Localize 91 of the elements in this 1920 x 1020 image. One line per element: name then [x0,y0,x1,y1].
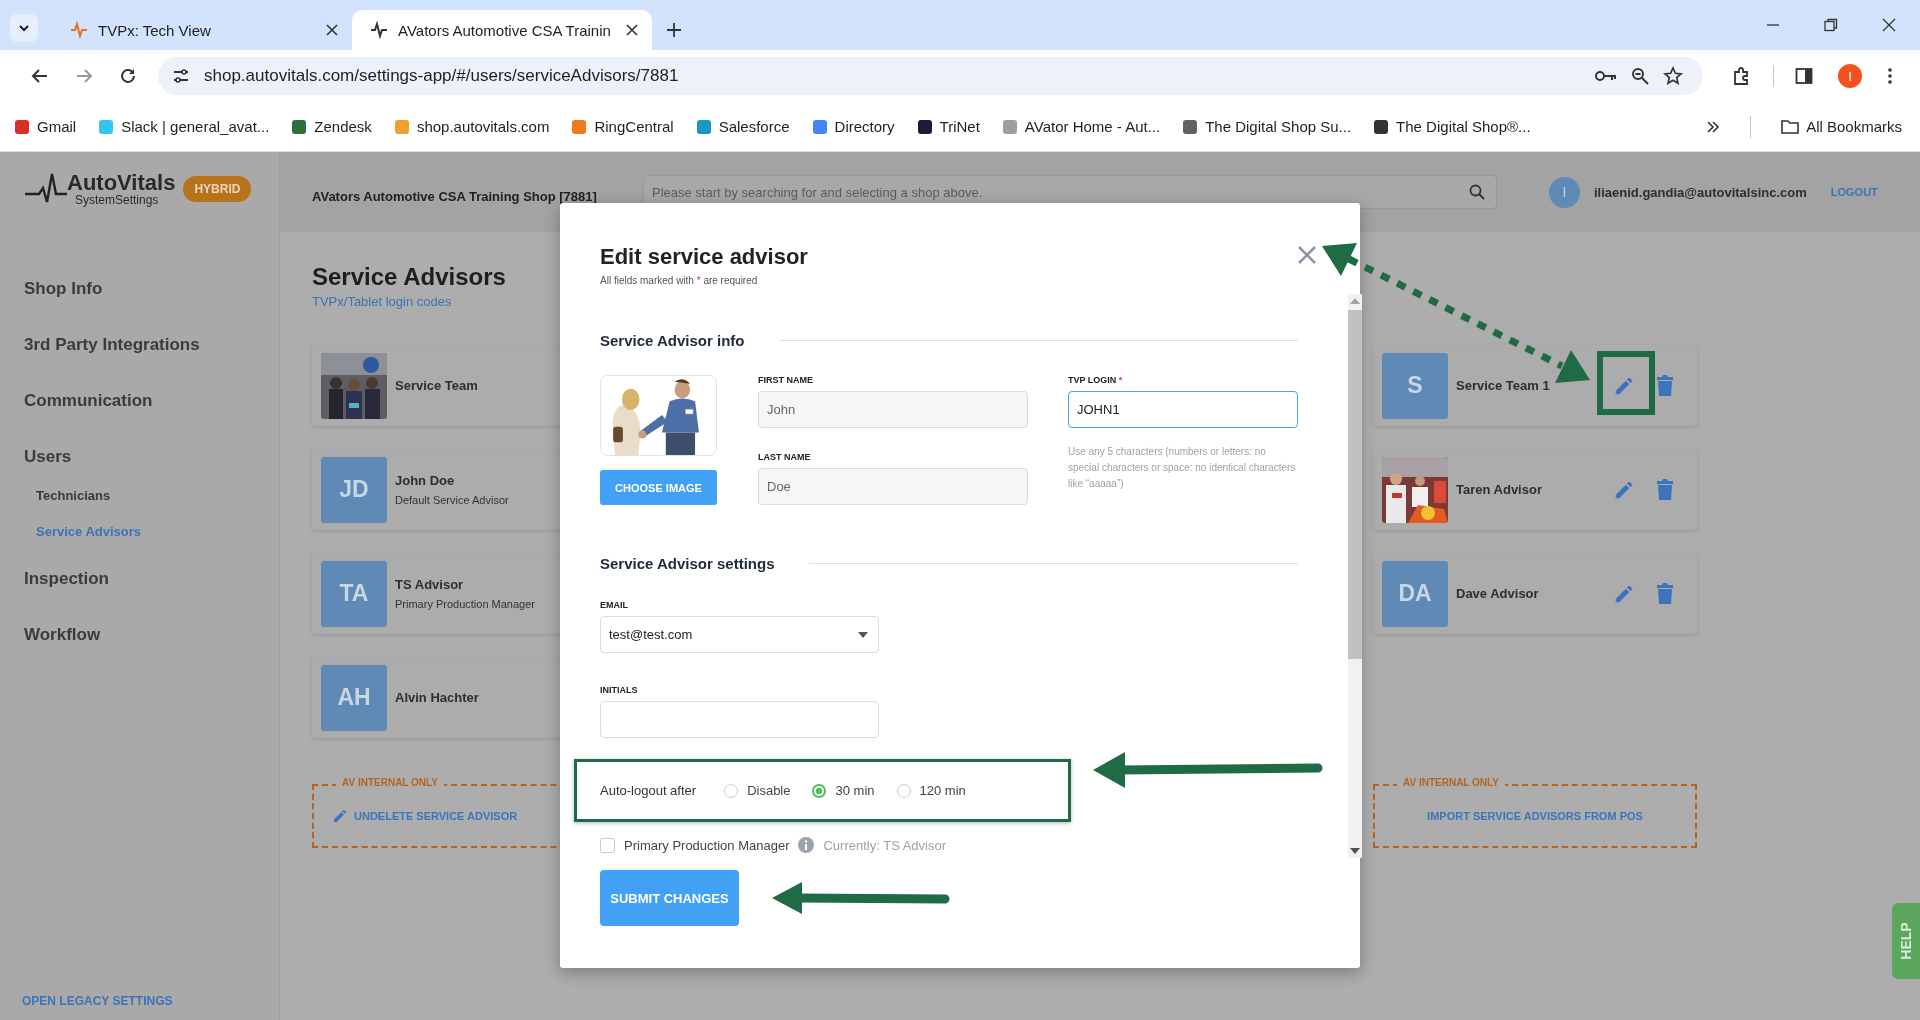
field-hint: Use any 5 characters (numbers or letters: no special characters or space: no identical characters like “aaaaa”) [1068,445,1297,491]
dropdown-caret-icon [858,631,868,638]
advisor-role: Primary Production Manager [395,598,535,610]
advisor-name: John Doe [395,473,456,488]
field-label: TVP LOGIN * [1068,375,1124,386]
back-icon[interactable] [31,67,49,85]
sidebar-item[interactable]: Shop Info [24,276,103,302]
new-tab-icon[interactable] [666,22,682,38]
bookmark[interactable]: shop.autovitals.com [393,118,550,135]
advisor-name: TS Advisor [395,577,465,592]
tab-title: AVators Automotive CSA Trainin [398,21,612,39]
reload-icon[interactable] [119,67,137,85]
initials-avatar: DA [1382,560,1448,627]
initials-avatar: JD [321,456,387,523]
tab-list-button[interactable] [10,14,38,42]
dialog-title: Edit service advisor [600,243,808,271]
pencil-icon [332,808,348,824]
auto-logout-label: Auto-logout after [600,783,697,798]
user-email: iliaenid.gandia@autovitalsinc.com [1594,184,1807,200]
internal-only-legend: AV INTERNAL ONLY [336,777,444,788]
close-icon[interactable] [1882,18,1896,32]
current-manager: Currently: TS Advisor [823,837,947,853]
user-avatar: I [1549,176,1580,208]
sidebar-item[interactable]: Communication [24,388,153,414]
initials-avatar: AH [321,664,387,731]
required-note: All fields marked with * are required [600,275,758,286]
bookmark[interactable]: Zendesk [291,118,372,135]
search-icon[interactable] [1469,184,1485,200]
star-icon[interactable] [1663,66,1683,86]
advisor-name: Dave Advisor [1456,586,1539,601]
page-title: Service Advisors [312,262,506,292]
scrollbar[interactable] [1348,294,1362,858]
field-label: FIRST NAME [758,375,814,386]
bookmark[interactable]: Slack | general_avat... [98,118,270,135]
forward-icon[interactable] [75,67,93,85]
advisor-name: Service Team 1 [1456,378,1550,393]
field-label: INITIALS [600,685,638,696]
folder-icon [1781,119,1800,134]
initials-field[interactable] [600,701,879,738]
site-settings-icon[interactable] [172,67,190,85]
internal-only-legend: AV INTERNAL ONLY [1397,777,1505,788]
all-bookmarks-button[interactable]: All Bookmarks [1781,118,1902,135]
shop-name: AVators Automotive CSA Training Shop [7881] [312,188,598,204]
bookmark[interactable]: The Digital Shop Su... [1182,118,1352,135]
email-select[interactable]: test@test.com [600,616,879,653]
advisor-role: Default Service Advisor [395,494,509,506]
logo-subtitle: SystemSettings [75,194,160,206]
advisor-name: Service Team [395,378,478,393]
checkbox-label: Primary Production Manager [624,837,790,853]
bookmark[interactable]: AVator Home - Aut... [1001,118,1161,135]
radio-circle[interactable] [812,783,827,798]
advisor-name: Taren Advisor [1456,482,1542,497]
profile-avatar[interactable]: I [1838,64,1862,88]
scroll-down-icon[interactable] [1350,848,1360,854]
field-label: EMAIL [600,600,628,611]
field-label: LAST NAME [758,452,812,463]
chevron-icon[interactable] [1706,119,1721,134]
sidebar-item[interactable]: 3rd Party Integrations [24,332,200,358]
highlight-frame [1597,351,1655,415]
sidebar-item[interactable]: Workflow [24,622,101,648]
initials-avatar: S [1382,352,1448,419]
close-icon[interactable] [626,24,638,36]
hybrid-badge: HYBRID [183,176,252,202]
radio-option[interactable]: Disable [724,783,791,798]
checkbox[interactable] [600,837,615,853]
zoom-icon[interactable] [1631,67,1649,85]
sidebar-item[interactable]: Users [24,444,72,470]
close-icon[interactable] [326,24,338,36]
bookmark[interactable]: RingCentral [571,118,674,135]
side-panel-icon[interactable] [1795,67,1813,85]
initials-avatar: TA [321,560,387,627]
sidebar-item[interactable]: Inspection [24,566,109,592]
bookmark[interactable]: Directory [811,118,895,135]
bookmark[interactable]: Gmail [14,118,77,135]
advisor-name: Alvin Hachter [395,690,479,705]
info-icon[interactable] [798,837,815,853]
browser-tab[interactable]: AVators Automotive CSA Trainin [352,10,652,50]
tab-title: TVPx: Tech View [98,21,212,39]
browser-tab[interactable]: TVPx: Tech View [52,10,352,50]
tvp-login-field[interactable]: JOHN1 [1068,391,1298,428]
sidebar-subitem[interactable]: Technicians [36,487,111,505]
radio-option[interactable]: 120 min [896,783,966,798]
logo-name: AutoVitals [67,172,176,194]
radio-option[interactable]: 30 min [812,783,875,798]
bookmark[interactable]: Salesforce [695,118,790,135]
bookmark[interactable]: The Digital Shop®... [1373,118,1531,135]
address-bar[interactable]: shop.autovitals.com/settings-app/#/users/serviceAdvisors/7881 [158,57,1703,95]
bookmark[interactable]: TriNet [916,118,980,135]
key-icon[interactable] [1595,69,1617,83]
restore-icon[interactable] [1824,18,1838,32]
menu-icon[interactable] [1887,67,1893,85]
